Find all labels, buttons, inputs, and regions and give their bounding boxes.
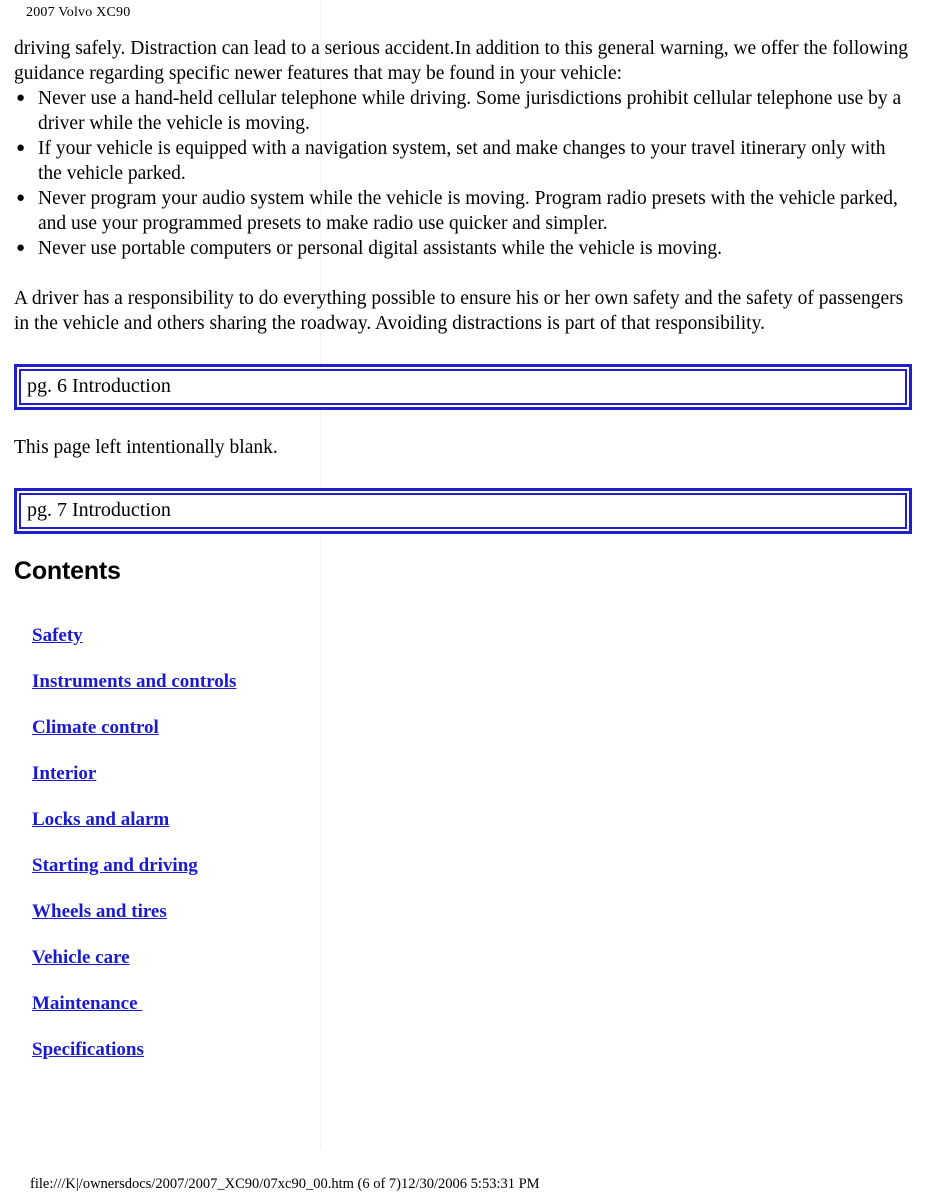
contents-link-climate-control[interactable]: Climate control — [32, 717, 159, 738]
contents-link-instruments-and-controls[interactable]: Instruments and controls — [32, 671, 236, 692]
list-item: ● Never use a hand-held cellular telepho… — [14, 86, 914, 136]
page-marker-box-6: pg. 6 Introduction — [14, 364, 912, 410]
list-item-text: If your vehicle is equipped with a navig… — [38, 138, 886, 184]
page-marker-label: pg. 6 Introduction — [27, 375, 171, 397]
bullet-dot-icon: ● — [16, 140, 26, 156]
contents-link-maintenance[interactable]: Maintenance — [32, 993, 142, 1014]
document-body: driving safely. Distraction can lead to … — [14, 36, 914, 1073]
contents-link-locks-and-alarm[interactable]: Locks and alarm — [32, 809, 169, 830]
contents-link-vehicle-care[interactable]: Vehicle care — [32, 947, 130, 968]
list-item: Instruments and controls — [14, 659, 914, 705]
blank-page-note: This page left intentionally blank. — [14, 437, 278, 458]
list-item: ● Never program your audio system while … — [14, 186, 914, 236]
contents-link-starting-and-driving[interactable]: Starting and driving — [32, 855, 198, 876]
list-item: Climate control — [14, 705, 914, 751]
contents-link-wheels-and-tires[interactable]: Wheels and tires — [32, 901, 167, 922]
list-item: Safety — [14, 613, 914, 659]
list-item: Specifications — [14, 1027, 914, 1073]
page-footer-path: file:///K|/ownersdocs/2007/2007_XC90/07x… — [30, 1176, 540, 1192]
list-item: Maintenance — [14, 981, 914, 1027]
list-item: Wheels and tires — [14, 889, 914, 935]
page-marker-box-7-inner: pg. 7 Introduction — [19, 493, 907, 529]
contents-link-interior[interactable]: Interior — [32, 763, 96, 784]
list-item: ● If your vehicle is equipped with a nav… — [14, 136, 914, 186]
page-marker-box-7: pg. 7 Introduction — [14, 488, 912, 534]
list-item: Locks and alarm — [14, 797, 914, 843]
closing-paragraph: A driver has a responsibility to do ever… — [14, 288, 904, 334]
list-item: Vehicle care — [14, 935, 914, 981]
list-item: Starting and driving — [14, 843, 914, 889]
document-page: 2007 Volvo XC90 driving safely. Distract… — [0, 0, 927, 1200]
bullet-dot-icon: ● — [16, 190, 26, 206]
page-header-title: 2007 Volvo XC90 — [26, 5, 131, 20]
list-item: ● Never use portable computers or person… — [14, 236, 914, 261]
contents-link-list: Safety Instruments and controls Climate … — [14, 613, 914, 1073]
list-item-text: Never use portable computers or personal… — [38, 238, 722, 259]
list-item: Interior — [14, 751, 914, 797]
page-marker-label: pg. 7 Introduction — [27, 499, 171, 521]
bullet-dot-icon: ● — [16, 240, 26, 256]
contents-link-safety[interactable]: Safety — [32, 625, 83, 646]
bullet-dot-icon: ● — [16, 90, 26, 106]
contents-link-specifications[interactable]: Specifications — [32, 1039, 144, 1060]
page-title: Contents — [14, 557, 121, 585]
intro-paragraph: driving safely. Distraction can lead to … — [14, 38, 909, 84]
page-marker-box-6-inner: pg. 6 Introduction — [19, 369, 907, 405]
warning-bullet-list: ● Never use a hand-held cellular telepho… — [14, 86, 914, 261]
list-item-text: Never program your audio system while th… — [38, 188, 898, 234]
list-item-text: Never use a hand-held cellular telephone… — [38, 88, 902, 134]
